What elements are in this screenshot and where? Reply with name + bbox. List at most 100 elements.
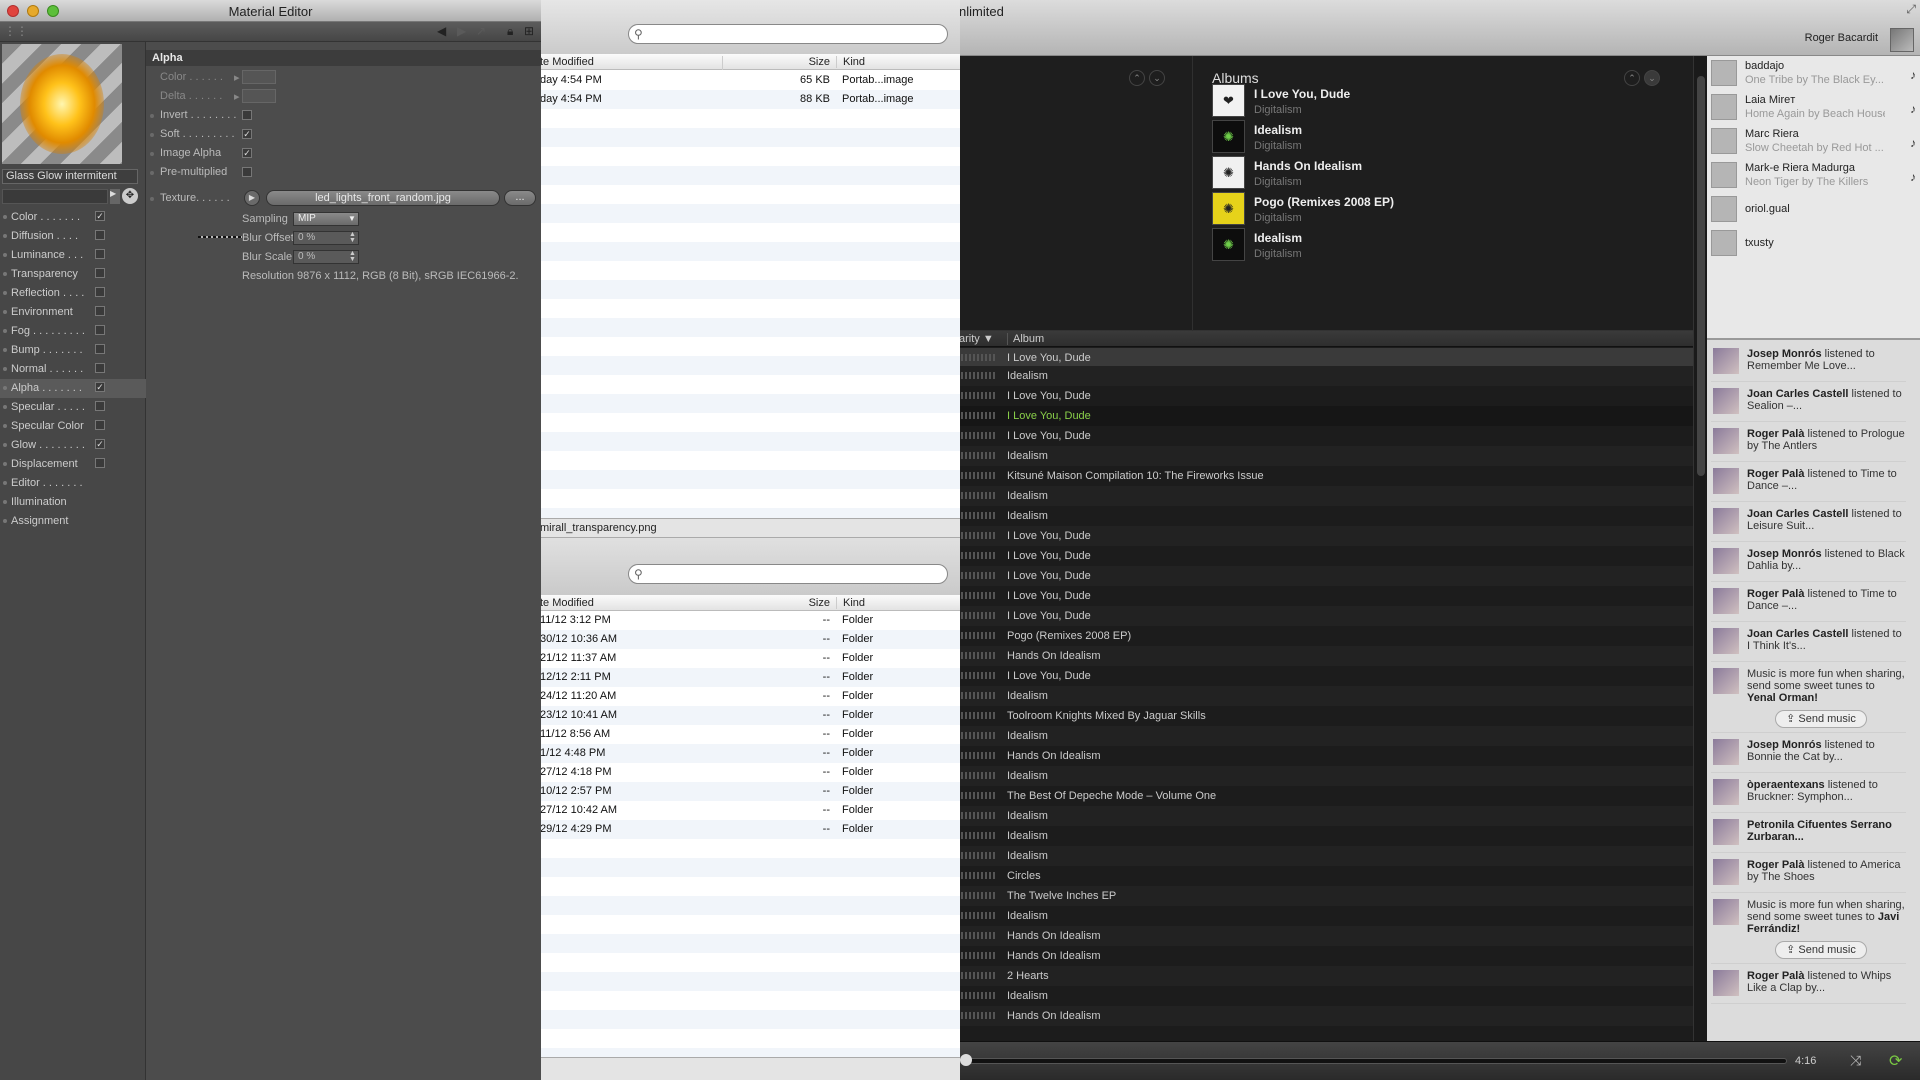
track-row[interactable]: Idealism: [955, 846, 1693, 866]
track-row[interactable]: The Twelve Inches EP: [955, 886, 1693, 906]
lock-icon[interactable]: 🔒︎: [507, 24, 513, 39]
image-alpha-checkbox[interactable]: ✓: [242, 148, 252, 158]
friend-name[interactable]: Mark-e Riera Madurga: [1745, 162, 1855, 174]
new-window-icon[interactable]: ⊞: [524, 24, 534, 38]
texture-menu-arrow-icon[interactable]: ▶: [244, 190, 260, 206]
file-row[interactable]: 12/12 2:11 PM -- Folder: [540, 668, 960, 687]
channel-item[interactable]: Fog . . . . . . . . .: [0, 322, 146, 341]
track-row[interactable]: Hands On Idealism: [955, 646, 1693, 666]
feed-user[interactable]: Petronila Cifuentes Serrano Zurbaran...: [1747, 819, 1892, 843]
feed-user[interactable]: Joan Carles Castell: [1747, 628, 1849, 640]
track-row[interactable]: Idealism: [955, 506, 1693, 526]
channel-checkbox[interactable]: ✓: [95, 439, 105, 449]
forward-arrow-icon[interactable]: ▶: [457, 24, 466, 38]
feed-user[interactable]: Josep Monrós: [1747, 548, 1822, 560]
feed-item[interactable]: Roger Palà listened to Time to Dance –..…: [1711, 582, 1906, 622]
channel-checkbox[interactable]: [95, 287, 105, 297]
feed-item[interactable]: Joan Carles Castell listened to Sealion …: [1711, 382, 1906, 422]
texture-file-button[interactable]: led_lights_front_random.jpg: [266, 190, 500, 206]
feed-user[interactable]: Joan Carles Castell: [1747, 508, 1849, 520]
channel-item[interactable]: Reflection . . . .: [0, 284, 146, 303]
channel-checkbox[interactable]: ✓: [95, 211, 105, 221]
channel-item[interactable]: Luminance . . .: [0, 246, 146, 265]
size-header[interactable]: Size: [720, 56, 830, 68]
feed-item[interactable]: Roger Palà listened to Time to Dance –..…: [1711, 462, 1906, 502]
album-name[interactable]: Idealism: [1254, 231, 1302, 245]
feed-item[interactable]: Roger Palà listened to Prologue by The A…: [1711, 422, 1906, 462]
track-row[interactable]: I Love You, Dude: [955, 526, 1693, 546]
tracks-scrollbar[interactable]: [1693, 56, 1707, 1041]
channel-item[interactable]: Specular . . . . .: [0, 398, 146, 417]
feed-user[interactable]: Roger Palà: [1747, 588, 1804, 600]
file-row[interactable]: 21/12 11:37 AM -- Folder: [540, 649, 960, 668]
file-row[interactable]: 11/12 8:56 AM -- Folder: [540, 725, 960, 744]
file-row[interactable]: 30/12 10:36 AM -- Folder: [540, 630, 960, 649]
track-row[interactable]: Idealism: [955, 766, 1693, 786]
friend-name[interactable]: Laia Mireт: [1745, 94, 1795, 106]
color-swatch[interactable]: [242, 70, 276, 84]
album-name[interactable]: Idealism: [1254, 123, 1302, 137]
track-row[interactable]: Kitsuné Maison Compilation 10: The Firew…: [955, 466, 1693, 486]
track-row[interactable]: Idealism: [955, 806, 1693, 826]
file-row[interactable]: 27/12 10:42 AM -- Folder: [540, 801, 960, 820]
album-column-header[interactable]: Album: [1007, 333, 1397, 345]
album-item[interactable]: ✺ Idealism Digitalism: [1212, 228, 1682, 272]
track-row[interactable]: Pogo (Remixes 2008 EP): [955, 626, 1693, 646]
feed-item[interactable]: Josep Monrós listened to Bonnie the Cat …: [1711, 733, 1906, 773]
track-row[interactable]: Idealism: [955, 986, 1693, 1006]
friend-item[interactable]: Laia Mireт Home Again by Beach House ♪: [1711, 90, 1916, 124]
album-cover[interactable]: ✺: [1212, 192, 1245, 225]
search-field-bottom[interactable]: ⚲: [628, 564, 948, 584]
date-modified-header[interactable]: te Modified: [540, 597, 594, 609]
scroll-down-icon[interactable]: ⌄: [1149, 70, 1165, 86]
channel-checkbox[interactable]: [95, 420, 105, 430]
channel-checkbox[interactable]: [95, 306, 105, 316]
expand-arrow-icon[interactable]: ▸: [234, 90, 240, 103]
back-arrow-icon[interactable]: ◀: [437, 24, 446, 38]
track-row[interactable]: I Love You, Dude: [955, 586, 1693, 606]
track-row[interactable]: Idealism: [955, 726, 1693, 746]
channel-checkbox[interactable]: [95, 363, 105, 373]
feed-item[interactable]: Josep Monrós listened to Remember Me Lov…: [1711, 342, 1906, 382]
delta-swatch[interactable]: [242, 89, 276, 103]
progress-bar[interactable]: [965, 1058, 1787, 1064]
track-row[interactable]: Hands On Idealism: [955, 946, 1693, 966]
send-music-button[interactable]: ⇪ Send music: [1775, 710, 1867, 728]
file-row[interactable]: 27/12 4:18 PM -- Folder: [540, 763, 960, 782]
album-cover[interactable]: ❤: [1212, 84, 1245, 117]
track-row[interactable]: The Best Of Depeche Mode – Volume One: [955, 786, 1693, 806]
channel-checkbox[interactable]: [95, 268, 105, 278]
track-row[interactable]: I Love You, Dude: [955, 606, 1693, 626]
album-artist[interactable]: Digitalism: [1254, 176, 1302, 188]
track-row[interactable]: I Love You, Dude: [955, 566, 1693, 586]
track-row[interactable]: Idealism: [955, 366, 1693, 386]
channel-item[interactable]: Alpha . . . . . . . ✓: [0, 379, 146, 398]
track-row[interactable]: Idealism: [955, 826, 1693, 846]
file-row[interactable]: 1/12 4:48 PM -- Folder: [540, 744, 960, 763]
track-row[interactable]: Idealism: [955, 686, 1693, 706]
track-row[interactable]: 2 Hearts: [955, 966, 1693, 986]
repeat-icon[interactable]: ⟳: [1889, 1051, 1902, 1071]
channel-checkbox[interactable]: [95, 249, 105, 259]
feed-user[interactable]: Roger Palà: [1747, 468, 1804, 480]
texture-browse-button[interactable]: ...: [504, 190, 536, 206]
feed-user[interactable]: Joan Carles Castell: [1747, 388, 1849, 400]
feed-user[interactable]: Josep Monrós: [1747, 739, 1822, 751]
search-field-top[interactable]: ⚲: [628, 24, 948, 44]
feed-item[interactable]: Petronila Cifuentes Serrano Zurbaran...: [1711, 813, 1906, 853]
album-cover[interactable]: ✺: [1212, 228, 1245, 261]
file-row[interactable]: day 4:54 PM 88 KB Portab...image: [540, 90, 960, 109]
size-header[interactable]: Size: [720, 597, 830, 609]
file-row[interactable]: 24/12 11:20 AM -- Folder: [540, 687, 960, 706]
file-row[interactable]: 29/12 4:29 PM -- Folder: [540, 820, 960, 839]
channel-checkbox[interactable]: [95, 458, 105, 468]
album-artist[interactable]: Digitalism: [1254, 212, 1302, 224]
feed-target[interactable]: Yenal Orman!: [1747, 692, 1818, 704]
track-row[interactable]: I Love You, Dude: [955, 426, 1693, 446]
soft-checkbox[interactable]: ✓: [242, 129, 252, 139]
channel-checkbox[interactable]: [95, 401, 105, 411]
feed-item[interactable]: Josep Monrós listened to Black Dahlia by…: [1711, 542, 1906, 582]
up-arrow-icon[interactable]: ↗: [476, 24, 486, 38]
feed-item[interactable]: Joan Carles Castell listened to I Think …: [1711, 622, 1906, 662]
feed-user[interactable]: Roger Palà: [1747, 970, 1804, 982]
